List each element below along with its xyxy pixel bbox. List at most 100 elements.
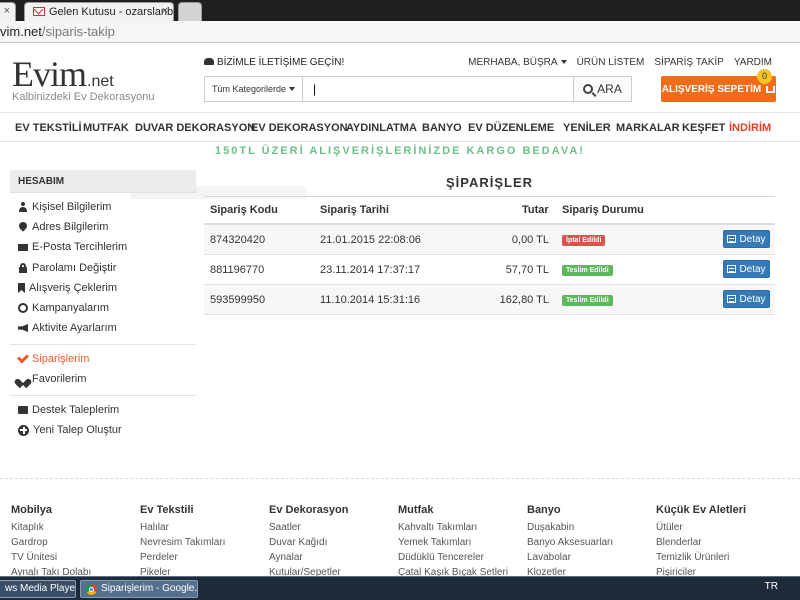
sidebar-item-new-request[interactable]: Yeni Talep Oluştur xyxy=(18,424,122,436)
footer-column-ev-dekorasyon: Ev Dekorasyon Saatler Duvar Kağıdı Aynal… xyxy=(269,504,394,580)
nav-banyo[interactable]: BANYO xyxy=(422,122,462,134)
footer-divider xyxy=(0,478,800,479)
check-icon xyxy=(16,351,30,364)
sidebar-divider xyxy=(10,344,196,345)
table-row: 874320420 21.01.2015 22:08:06 0,00 TL İp… xyxy=(204,225,775,255)
tab-close-icon[interactable]: × xyxy=(162,5,168,17)
orders-title-divider xyxy=(204,196,775,197)
sidebar-heading: HESABIM xyxy=(10,170,196,193)
nav-mutfak[interactable]: MUTFAK xyxy=(83,122,129,134)
table-row: 593599950 11.10.2014 15:31:16 162,80 TL … xyxy=(204,285,775,315)
order-total: 0,00 TL xyxy=(511,234,549,246)
sidebar-item-change-password[interactable]: Parolamı Değiştir xyxy=(18,262,116,274)
detail-button-label: Detay xyxy=(739,263,766,275)
footer-link[interactable]: Yemek Takımları xyxy=(398,535,523,550)
sidebar-item-orders[interactable]: Siparişlerim xyxy=(16,351,89,365)
search-button-label: ARA xyxy=(597,82,622,96)
caret-down-icon xyxy=(560,60,567,64)
footer-link[interactable]: Aynalar xyxy=(269,550,394,565)
category-nav: EV TEKSTİLİ MUTFAK DUVAR DEKORASYON EV D… xyxy=(0,112,800,142)
sidebar-item-personal-info[interactable]: Kişisel Bilgilerim xyxy=(18,201,111,213)
contact-link[interactable]: BİZİMLE İLETİŞİME GEÇİN! xyxy=(204,57,344,68)
envelope-icon xyxy=(18,243,28,251)
language-indicator[interactable]: TR xyxy=(765,581,778,592)
footer-link[interactable]: Nevresim Takımları xyxy=(140,535,265,550)
url-domain: vim.net xyxy=(0,24,42,39)
order-total: 57,70 TL xyxy=(505,264,549,276)
footer-link[interactable]: Duşakabin xyxy=(527,520,652,535)
url-text[interactable]: vim.net/siparis-takip xyxy=(0,24,115,39)
detail-button[interactable]: Detay xyxy=(723,230,770,248)
detail-button[interactable]: Detay xyxy=(723,260,770,278)
nav-ev-dekorasyon[interactable]: EV DEKORASYON xyxy=(251,122,348,134)
sidebar-divider xyxy=(10,395,196,396)
orders-title: ŞİPARİŞLER xyxy=(445,175,534,190)
address-bar[interactable]: vim.net/siparis-takip xyxy=(0,21,800,43)
footer-link[interactable]: Kahvaltı Takımları xyxy=(398,520,523,535)
sidebar-item-label: Destek Taleplerim xyxy=(32,404,120,416)
footer-column-banyo: Banyo Duşakabin Banyo Aksesuarları Lavab… xyxy=(527,504,652,580)
footer-link[interactable]: Blenderlar xyxy=(656,535,781,550)
footer-link[interactable]: Perdeler xyxy=(140,550,265,565)
sidebar-item-activity-settings[interactable]: Aktivite Ayarlarım xyxy=(18,322,117,334)
product-list-link[interactable]: ÜRÜN LİSTEM xyxy=(577,57,645,68)
browser-tab-gmail[interactable]: Gelen Kutusu - ozarslanbu × xyxy=(24,2,174,21)
footer-link[interactable]: Gardrop xyxy=(11,535,136,550)
nav-aydinlatma[interactable]: AYDINLATMA xyxy=(346,122,417,134)
status-badge: İptal Edildi xyxy=(562,235,606,246)
detail-button-label: Detay xyxy=(739,233,766,245)
order-tracking-link[interactable]: SİPARİŞ TAKİP xyxy=(654,57,723,68)
nav-markalar[interactable]: MARKALAR xyxy=(616,122,680,134)
nav-ev-tekstili[interactable]: EV TEKSTİLİ xyxy=(15,122,82,134)
order-date: 23.11.2014 17:37:17 xyxy=(320,264,421,276)
nav-ev-duzenleme[interactable]: EV DÜZENLEME xyxy=(468,122,554,134)
sidebar-item-addresses[interactable]: Adres Bilgilerim xyxy=(18,221,108,233)
plus-circle-icon xyxy=(18,424,29,436)
sidebar-item-campaigns[interactable]: Kampanyalarım xyxy=(18,302,109,314)
search-input[interactable] xyxy=(303,77,573,101)
order-code: 881196770 xyxy=(210,264,265,276)
search-button[interactable]: ARA xyxy=(573,77,631,101)
tab-close-icon[interactable]: × xyxy=(4,5,10,17)
nav-kesfet[interactable]: KEŞFET xyxy=(682,122,725,134)
nav-yeniler[interactable]: YENİLER xyxy=(563,122,611,134)
sidebar-item-support-requests[interactable]: Destek Taleplerim xyxy=(18,404,119,416)
footer-column-ev-tekstili: Ev Tekstili Halılar Nevresim Takımları P… xyxy=(140,504,265,580)
footer-heading: Mobilya xyxy=(11,504,52,516)
user-menu[interactable]: MERHABA, BÜŞRA xyxy=(468,57,567,68)
sidebar-item-gift-cheques[interactable]: Alışveriş Çeklerim xyxy=(18,282,117,294)
sidebar-item-label: Alışveriş Çeklerim xyxy=(29,282,118,294)
browser-tab-title: Gelen Kutusu - ozarslanbu xyxy=(49,6,174,18)
order-date: 21.01.2015 22:08:06 xyxy=(320,234,421,246)
list-icon xyxy=(727,235,737,243)
footer-link[interactable]: Banyo Aksesuarları xyxy=(527,535,652,550)
browser-tab-previous[interactable]: × xyxy=(0,2,16,21)
gmail-icon xyxy=(33,7,45,16)
footer-link[interactable]: Halılar xyxy=(140,520,265,535)
status-badge: Teslim Edildi xyxy=(562,265,613,276)
footer-link[interactable]: TV Ünitesi xyxy=(11,550,136,565)
site-logo[interactable]: Evim.net xyxy=(12,53,114,95)
category-select[interactable]: Tüm Kategorilerde xyxy=(205,77,303,101)
sidebar-item-email-preferences[interactable]: E-Posta Tercihlerim xyxy=(18,241,127,253)
taskbar-chrome[interactable]: Siparişlerim - Google... xyxy=(80,580,198,598)
footer-link[interactable]: Kitaplık xyxy=(11,520,136,535)
detail-button[interactable]: Detay xyxy=(723,290,770,308)
bullhorn-icon xyxy=(18,324,28,332)
sidebar-item-favorites[interactable]: Favorilerim xyxy=(18,373,86,385)
taskbar-media-player[interactable]: ws Media Player xyxy=(0,580,76,598)
nav-indirim[interactable]: İNDİRİM xyxy=(729,122,771,134)
list-icon xyxy=(727,295,737,303)
footer-link[interactable]: Ütüler xyxy=(656,520,781,535)
new-tab-button[interactable] xyxy=(178,2,202,21)
footer-link[interactable]: Düdüklü Tencereler xyxy=(398,550,523,565)
footer-link[interactable]: Lavabolar xyxy=(527,550,652,565)
site-tagline: Kalbinizdeki Ev Dekorasyonu xyxy=(12,91,155,103)
browser-tabstrip: × Gelen Kutusu - ozarslanbu × xyxy=(0,0,800,21)
footer-link[interactable]: Saatler xyxy=(269,520,394,535)
footer-link[interactable]: Temizlik Ürünleri xyxy=(656,550,781,565)
help-link[interactable]: YARDIM xyxy=(734,57,772,68)
order-date: 11.10.2014 15:31:16 xyxy=(320,294,421,306)
footer-link[interactable]: Duvar Kağıdı xyxy=(269,535,394,550)
nav-duvar-dekorasyon[interactable]: DUVAR DEKORASYON xyxy=(135,122,255,134)
